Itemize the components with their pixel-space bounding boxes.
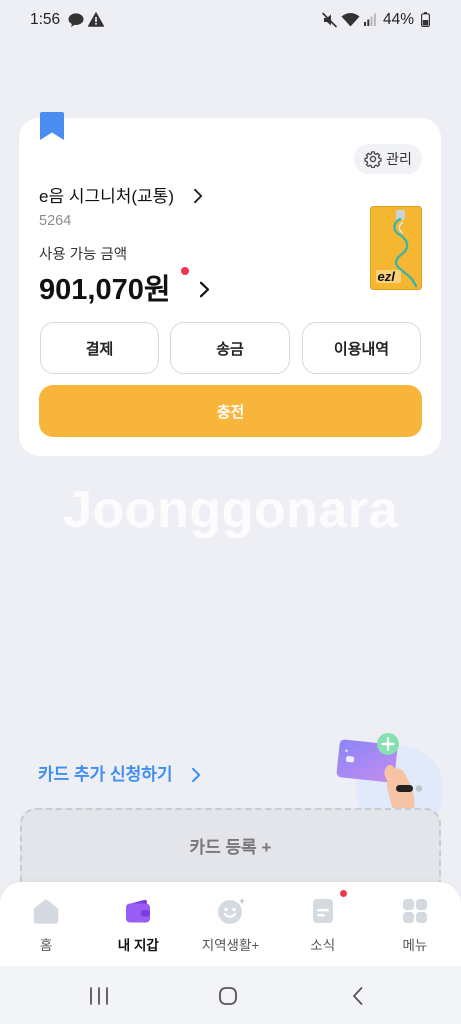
nav-item-news[interactable]: 소식 <box>277 882 369 966</box>
nav-label: 내 지갑 <box>117 938 159 953</box>
signal-icon <box>364 13 376 26</box>
gear-icon <box>364 150 382 168</box>
nav-label: 지역생활+ <box>201 938 260 953</box>
manage-label: 관리 <box>386 151 412 167</box>
nav-label: 메뉴 <box>402 938 428 953</box>
watermark: Joonggonara <box>63 481 398 539</box>
nav-label: 소식 <box>310 938 336 953</box>
warning-icon <box>88 12 104 27</box>
card-name-link[interactable]: e음 시그니처(교통) <box>39 185 174 209</box>
news-icon <box>309 897 337 925</box>
balance-amount[interactable]: 901,070원 <box>39 272 171 308</box>
nav-item-wallet[interactable]: 내 지갑 <box>92 882 184 966</box>
talk-icon <box>68 13 84 27</box>
manage-button[interactable]: 관리 <box>354 144 422 174</box>
back-icon[interactable] <box>352 987 363 1005</box>
status-time: 1:56 <box>30 11 61 28</box>
card-illustration <box>330 726 442 816</box>
wallet-icon <box>124 897 152 925</box>
history-button[interactable]: 이용내역 <box>302 322 421 374</box>
recent-apps-icon[interactable] <box>89 987 109 1005</box>
wallet-card: 관리 e음 시그니처(교통) 5264 사용 가능 금액 901,070원 ez… <box>19 112 441 456</box>
balance-label: 사용 가능 금액 <box>39 247 128 263</box>
mute-icon <box>322 12 337 28</box>
charge-button[interactable]: 충전 <box>39 385 422 437</box>
wifi-icon <box>341 12 360 27</box>
battery-icon <box>421 12 430 27</box>
home-button-icon[interactable] <box>219 987 237 1005</box>
nav-item-menu[interactable]: 메뉴 <box>369 882 461 966</box>
new-badge-dot <box>181 267 189 275</box>
nav-label: 홈 <box>39 938 53 953</box>
bookmark-icon[interactable] <box>40 112 64 140</box>
new-badge-dot <box>339 890 347 897</box>
wallet-screen: 1:56 44% 관리 e음 시그니처(교통) 5264 사용 가능 금액 90… <box>0 0 461 1024</box>
system-nav-bar <box>0 966 461 1024</box>
menu-grid-icon <box>401 897 429 925</box>
home-icon <box>32 897 60 925</box>
bottom-nav: 홈 내 지갑 지역생활+ 소식 메뉴 <box>0 882 461 966</box>
chevron-right-icon[interactable] <box>191 767 201 783</box>
card-image[interactable]: ezl <box>370 206 422 290</box>
chevron-right-icon[interactable] <box>193 188 203 204</box>
smile-icon <box>217 897 245 925</box>
transfer-button[interactable]: 송금 <box>170 322 290 374</box>
card-number: 5264 <box>39 213 72 229</box>
chevron-right-icon[interactable] <box>199 281 210 298</box>
payment-button[interactable]: 결제 <box>40 322 159 374</box>
nav-item-local-life[interactable]: 지역생활+ <box>184 882 276 966</box>
register-card-label: 카드 등록 + <box>189 838 272 857</box>
battery-percent: 44% <box>383 11 415 28</box>
card-logo-text: ezl <box>378 269 396 284</box>
apply-card-link[interactable]: 카드 추가 신청하기 <box>38 764 173 786</box>
nav-item-home[interactable]: 홈 <box>0 882 92 966</box>
